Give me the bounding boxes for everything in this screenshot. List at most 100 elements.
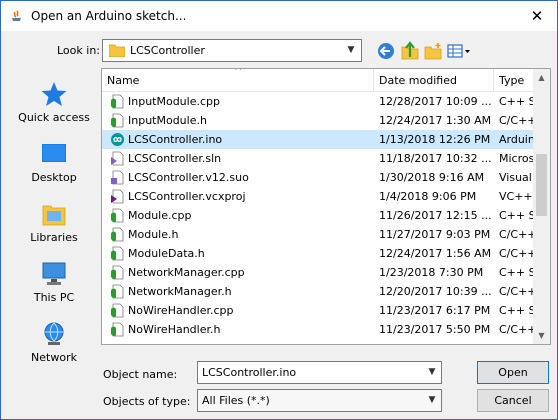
place-label: Quick access [18, 111, 90, 124]
file-type: Arduin [499, 133, 534, 146]
file-date: 12/20/2017 10:39 ... [379, 285, 492, 298]
open-sketch-dialog: Open an Arduino sketch... ✕ Look in: LCS… [0, 0, 558, 420]
star-icon [41, 82, 67, 106]
file-name: InputModule.cpp [128, 95, 220, 108]
header-file-icon [110, 322, 125, 337]
table-row[interactable]: NoWireHandler.cpp 11/23/2017 6:17 PM C++ S… [102, 301, 534, 320]
view-menu-icon[interactable] [446, 41, 472, 61]
column-name[interactable]: Name [102, 69, 374, 92]
place-quick-access[interactable]: Quick access [8, 80, 100, 124]
lookin-label: Look in: [57, 44, 100, 57]
file-name: NetworkManager.cpp [128, 266, 245, 279]
file-list[interactable]: ^ Name Date modified Type InputModule.cp… [101, 68, 551, 345]
header-file-icon [110, 284, 125, 299]
java-app-icon [12, 10, 21, 21]
table-row[interactable]: Module.cpp 11/26/2017 12:15 ... C++ Sc [102, 206, 534, 225]
header-file-icon [110, 246, 125, 261]
object-type-select[interactable]: All Files (*.*) ▼ [197, 389, 442, 412]
file-date: 1/30/2018 9:16 AM [379, 171, 485, 184]
header-file-icon [110, 227, 125, 242]
file-type: C/C++ [499, 228, 534, 241]
chevron-down-icon[interactable]: ▼ [342, 41, 360, 60]
object-name-label: Object name: [103, 368, 178, 381]
file-name: NoWireHandler.cpp [128, 304, 234, 317]
header-file-icon [110, 113, 125, 128]
cpp-file-icon [110, 94, 125, 109]
file-name: LCSController.v12.suo [128, 171, 249, 184]
back-icon[interactable] [376, 41, 396, 61]
place-label: Network [31, 351, 77, 364]
file-type: C++ Sc [499, 95, 534, 108]
file-type: C++ Sc [499, 209, 534, 222]
column-date-modified[interactable]: Date modified [374, 69, 494, 92]
open-button[interactable]: Open [477, 361, 549, 384]
window-title: Open an Arduino sketch... [31, 9, 187, 23]
file-type: C++ Sc [499, 304, 534, 317]
file-name: ModuleData.h [128, 247, 205, 260]
place-network[interactable]: Network [8, 320, 100, 364]
scroll-thumb[interactable] [536, 154, 547, 216]
solution-file-icon [110, 151, 125, 166]
network-icon [44, 322, 64, 345]
scroll-down-icon[interactable]: ▼ [533, 327, 550, 344]
place-desktop[interactable]: Desktop [8, 140, 100, 184]
scroll-up-icon[interactable]: ▲ [533, 69, 550, 86]
file-date: 12/24/2017 1:30 AM [379, 114, 492, 127]
file-name: LCSController.sln [128, 152, 222, 165]
table-row[interactable]: InputModule.cpp 12/28/2017 10:09 ... C++ S… [102, 92, 534, 111]
file-type: C/C++ [499, 323, 534, 336]
table-row[interactable]: NoWireHandler.h 11/23/2017 5:50 PM C/C++ [102, 320, 534, 339]
object-name-value: LCSController.ino [202, 366, 297, 379]
file-date: 1/13/2018 12:26 PM [379, 133, 491, 146]
file-type: Visual [499, 171, 532, 184]
suo-file-icon [110, 170, 125, 185]
file-date: 11/23/2017 5:50 PM [379, 323, 491, 336]
file-rows: InputModule.cpp 12/28/2017 10:09 ... C++ S… [102, 92, 534, 339]
table-row[interactable]: NetworkManager.cpp 1/23/2018 7:30 PM C++ S… [102, 263, 534, 282]
desktop-icon [42, 144, 66, 162]
cpp-file-icon [110, 303, 125, 318]
cpp-file-icon [110, 208, 125, 223]
title-bar[interactable]: Open an Arduino sketch... ✕ [1, 1, 557, 31]
table-row[interactable]: Module.h 11/27/2017 9:03 PM C/C++ [102, 225, 534, 244]
table-row[interactable]: LCSController.sln 11/18/2017 10:32 ... Mic… [102, 149, 534, 168]
new-folder-icon[interactable] [423, 41, 443, 61]
file-name: LCSController.vcxproj [128, 190, 246, 203]
file-date: 12/24/2017 1:56 AM [379, 247, 492, 260]
file-type: VC++ [499, 190, 533, 203]
table-row[interactable]: LCSController.vcxproj 1/4/2018 9:06 PM VC+… [102, 187, 534, 206]
table-row[interactable]: ModuleData.h 12/24/2017 1:56 AM C/C++ [102, 244, 534, 263]
table-row[interactable]: LCSController.ino 1/13/2018 12:26 PM Ardui… [102, 130, 534, 149]
file-date: 1/4/2018 9:06 PM [379, 190, 477, 203]
folder-icon [109, 44, 125, 57]
vcxproj-file-icon [110, 189, 125, 204]
file-type: C/C++ [499, 114, 534, 127]
libraries-icon [42, 205, 66, 226]
lookin-combo[interactable]: LCSController ▼ [102, 39, 362, 62]
file-date: 1/23/2018 7:30 PM [379, 266, 484, 279]
place-label: Libraries [30, 231, 78, 244]
file-type: C++ Sc [499, 266, 534, 279]
column-header: ^ Name Date modified Type [102, 69, 534, 92]
cancel-button[interactable]: Cancel [477, 389, 549, 412]
file-type: Micros [499, 152, 534, 165]
file-name: NoWireHandler.h [128, 323, 221, 336]
object-type-value: All Files (*.*) [202, 394, 270, 407]
computer-icon [42, 262, 66, 285]
table-row[interactable]: LCSController.v12.suo 1/30/2018 9:16 AM Vi… [102, 168, 534, 187]
table-row[interactable]: NetworkManager.h 12/20/2017 10:39 ... C/C+… [102, 282, 534, 301]
file-type: C/C++ [499, 247, 534, 260]
table-row[interactable]: InputModule.h 12/24/2017 1:30 AM C/C++ [102, 111, 534, 130]
vertical-scrollbar[interactable]: ▲ ▼ [533, 69, 550, 344]
chevron-down-icon[interactable]: ▼ [424, 391, 440, 410]
chevron-down-icon[interactable]: ▼ [424, 363, 440, 382]
file-date: 11/26/2017 12:15 ... [379, 209, 492, 222]
place-label: This PC [33, 291, 75, 304]
file-date: 11/18/2017 10:32 ... [379, 152, 492, 165]
place-this-pc[interactable]: This PC [8, 260, 100, 304]
close-button[interactable]: ✕ [523, 5, 551, 27]
object-name-input[interactable]: LCSController.ino ▼ [197, 361, 442, 384]
place-libraries[interactable]: Libraries [8, 200, 100, 244]
arduino-file-icon [110, 132, 125, 147]
up-folder-icon[interactable] [400, 41, 420, 61]
